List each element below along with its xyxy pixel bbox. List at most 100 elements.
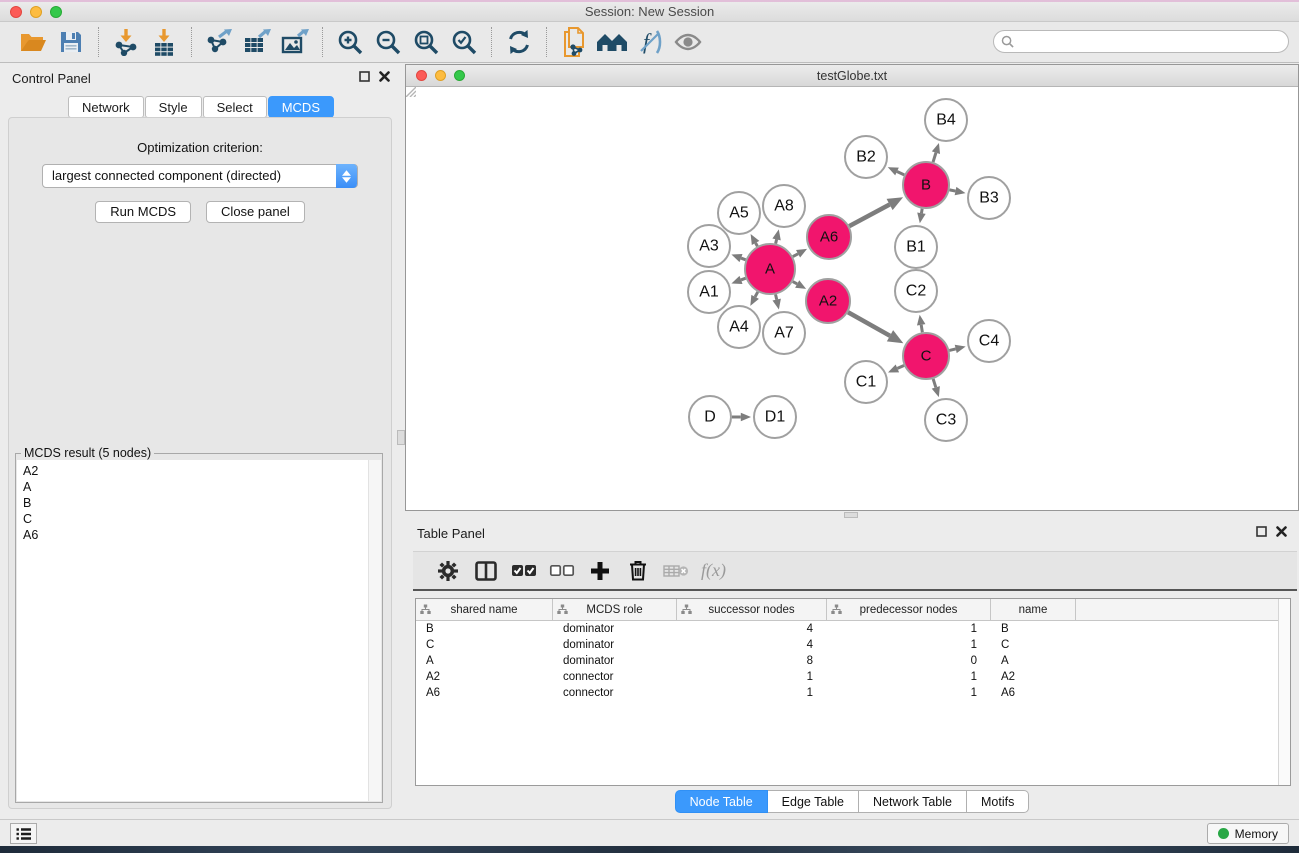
zoom-fit-icon[interactable]: [410, 27, 442, 57]
criterion-select[interactable]: largest connected component (directed): [42, 164, 358, 188]
export-image-icon[interactable]: [279, 27, 311, 57]
table-cell[interactable]: 4: [677, 639, 827, 651]
deselect-all-icon[interactable]: [547, 557, 577, 585]
edge-C-C1[interactable]: [897, 366, 904, 369]
import-network-icon[interactable]: [110, 27, 142, 57]
tab-edge-table[interactable]: Edge Table: [768, 790, 859, 813]
table-cell[interactable]: dominator: [553, 655, 677, 667]
mcds-result-list[interactable]: A2ABCA6: [17, 460, 381, 801]
table-cell[interactable]: A: [416, 655, 553, 667]
memory-button[interactable]: Memory: [1207, 823, 1289, 844]
network-window-titlebar[interactable]: testGlobe.txt: [406, 65, 1298, 87]
edge-A-A3[interactable]: [741, 258, 746, 260]
edge-C-C3[interactable]: [933, 379, 936, 387]
hide-graphics-details-icon[interactable]: f: [634, 27, 666, 57]
table-cell[interactable]: 1: [827, 639, 991, 651]
result-item[interactable]: A2: [23, 463, 381, 479]
edge-A-A5[interactable]: [756, 243, 758, 246]
table-cell[interactable]: B: [416, 623, 553, 635]
table-cell[interactable]: dominator: [553, 623, 677, 635]
edge-A-A7[interactable]: [776, 294, 777, 299]
column-header-successor-nodes[interactable]: successor nodes: [677, 599, 827, 620]
tab-network-table[interactable]: Network Table: [859, 790, 967, 813]
result-item[interactable]: A: [23, 479, 381, 495]
table-cell[interactable]: A2: [416, 671, 553, 683]
table-scrollbar[interactable]: [1278, 599, 1290, 785]
show-column-icon[interactable]: [471, 557, 501, 585]
zoom-out-icon[interactable]: [372, 27, 404, 57]
table-cell[interactable]: B: [991, 623, 1076, 635]
export-table-icon[interactable]: [241, 27, 273, 57]
vertical-splitter-handle[interactable]: [397, 430, 405, 445]
table-cell[interactable]: 0: [827, 655, 991, 667]
table-row[interactable]: A6connector11A6: [416, 685, 1290, 701]
edge-B-B3[interactable]: [950, 190, 956, 191]
table-cell[interactable]: 1: [677, 671, 827, 683]
table-cell[interactable]: 1: [827, 687, 991, 699]
table-cell[interactable]: 1: [827, 623, 991, 635]
tab-node-table[interactable]: Node Table: [675, 790, 768, 813]
result-item[interactable]: B: [23, 495, 381, 511]
edge-A-A8[interactable]: [776, 239, 777, 243]
table-cell[interactable]: C: [991, 639, 1076, 651]
show-details-eye-icon[interactable]: [672, 27, 704, 57]
table-row[interactable]: A2connector11A2: [416, 669, 1290, 685]
edge-A2-C[interactable]: [848, 312, 890, 336]
table-settings-gear-icon[interactable]: [433, 557, 463, 585]
toolbar-search[interactable]: [993, 30, 1289, 53]
tab-motifs[interactable]: Motifs: [967, 790, 1029, 813]
edge-B-B4[interactable]: [933, 153, 936, 162]
home-layout-icon[interactable]: [596, 27, 628, 57]
tab-network[interactable]: Network: [68, 96, 144, 118]
table-cell[interactable]: 4: [677, 623, 827, 635]
zoom-in-icon[interactable]: [334, 27, 366, 57]
table-row[interactable]: Adominator80A: [416, 653, 1290, 669]
result-item[interactable]: A6: [23, 527, 381, 543]
edge-B-B2[interactable]: [897, 171, 904, 174]
search-input[interactable]: [1018, 35, 1288, 49]
resize-grip-icon[interactable]: [406, 87, 416, 97]
edge-A-A4[interactable]: [755, 292, 758, 297]
tab-select[interactable]: Select: [203, 96, 267, 118]
save-session-icon[interactable]: [55, 27, 87, 57]
table-cell[interactable]: 8: [677, 655, 827, 667]
table-cell[interactable]: A6: [416, 687, 553, 699]
table-cell[interactable]: 1: [677, 687, 827, 699]
column-header-shared-name[interactable]: shared name: [416, 599, 553, 620]
refresh-icon[interactable]: [503, 27, 535, 57]
result-scrollbar[interactable]: [368, 460, 381, 801]
table-cell[interactable]: C: [416, 639, 553, 651]
table-cell[interactable]: connector: [553, 687, 677, 699]
task-history-button[interactable]: [10, 823, 37, 844]
table-row[interactable]: Bdominator41B: [416, 621, 1290, 637]
column-header-name[interactable]: name: [991, 599, 1076, 620]
float-table-panel-icon[interactable]: [1256, 526, 1267, 537]
close-table-panel-icon[interactable]: [1276, 526, 1287, 537]
clone-network-icon[interactable]: [558, 27, 590, 57]
run-mcds-button[interactable]: Run MCDS: [95, 201, 191, 223]
edge-A-A6[interactable]: [793, 254, 798, 257]
zoom-selected-icon[interactable]: [448, 27, 480, 57]
edge-C-C2[interactable]: [921, 325, 922, 332]
edge-B-B1[interactable]: [921, 209, 922, 214]
tab-mcds[interactable]: MCDS: [268, 96, 334, 118]
table-row[interactable]: Cdominator41C: [416, 637, 1290, 653]
table-cell[interactable]: connector: [553, 671, 677, 683]
network-canvas[interactable]: B4B2BB3A5A8A6A3B1AC2A1A2A4A7C4CC1C3DD1: [406, 87, 1298, 510]
table-cell[interactable]: 1: [827, 671, 991, 683]
table-cell[interactable]: A: [991, 655, 1076, 667]
table-cell[interactable]: dominator: [553, 639, 677, 651]
close-panel-icon[interactable]: [379, 71, 390, 82]
open-session-icon[interactable]: [17, 27, 49, 57]
tab-style[interactable]: Style: [145, 96, 202, 118]
edge-A-A2[interactable]: [793, 282, 797, 284]
edge-A6-B[interactable]: [849, 205, 889, 227]
edge-A-A1[interactable]: [741, 278, 746, 280]
column-header-mcds-role[interactable]: MCDS role: [553, 599, 677, 620]
import-table-icon[interactable]: [148, 27, 180, 57]
column-header-predecessor-nodes[interactable]: predecessor nodes: [827, 599, 991, 620]
table-cell[interactable]: A2: [991, 671, 1076, 683]
node-table[interactable]: shared nameMCDS rolesuccessor nodesprede…: [415, 598, 1291, 786]
result-item[interactable]: C: [23, 511, 381, 527]
float-panel-icon[interactable]: [359, 71, 370, 82]
